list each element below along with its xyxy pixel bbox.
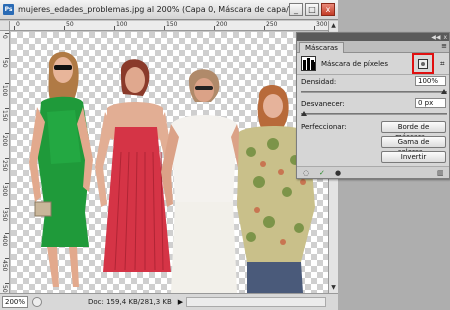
ruler-tick-label: 250: [1, 160, 8, 172]
ruler-tick-label: 100: [1, 85, 8, 97]
ruler-tick-label: 0: [16, 21, 20, 28]
ruler-tick: [64, 26, 65, 30]
ruler-tick-label: 300: [1, 185, 8, 197]
ruler-tick-label: 50: [66, 21, 74, 28]
pixel-mask-row: Máscara de píxeles ⌗: [297, 53, 449, 75]
ruler-tick: [5, 133, 9, 134]
selection-icon[interactable]: ◌: [303, 169, 309, 177]
ruler-tick: [14, 26, 15, 30]
masks-panel: ◀◀ x Máscaras ≡ Máscara de píxeles ⌗ Den…: [296, 32, 450, 179]
feather-slider[interactable]: [301, 111, 447, 116]
status-bar: 200% Doc: 159,4 KB/281,3 KB ▶: [0, 293, 338, 310]
pixel-mask-label: Máscara de píxeles: [321, 60, 389, 68]
panel-header[interactable]: ◀◀ x: [297, 33, 449, 41]
image-canvas[interactable]: [11, 32, 328, 293]
figure-woman-red: [95, 59, 173, 272]
ruler-tick-label: 450: [1, 260, 8, 272]
ruler-tick: [5, 108, 9, 109]
visibility-icon[interactable]: ●: [335, 169, 341, 177]
collapse-panel-icon[interactable]: ◀◀: [431, 34, 440, 41]
document-title: mujeres_edades_problemas.jpg al 200% (Ca…: [18, 5, 289, 14]
ruler-tick: [5, 158, 9, 159]
ruler-tick: [5, 183, 9, 184]
ruler-tick: [5, 33, 9, 34]
density-slider[interactable]: [301, 89, 447, 94]
mask-edge-button[interactable]: Borde de máscara...: [381, 121, 446, 141]
feather-slider-handle[interactable]: [301, 111, 307, 116]
highlight-box: [412, 53, 434, 74]
ruler-tick-label: 100: [116, 21, 128, 28]
ruler-tick-label: 400: [1, 235, 8, 247]
ruler-tick-label: 250: [266, 21, 278, 28]
ruler-tick: [5, 83, 9, 84]
title-bar[interactable]: Ps mujeres_edades_problemas.jpg al 200% …: [0, 0, 338, 20]
feather-label: Desvanecer:: [301, 100, 345, 108]
ruler-tick: [5, 283, 9, 284]
ruler-tick-label: 150: [1, 110, 8, 122]
minimize-button[interactable]: _: [289, 3, 303, 16]
ruler-tick-label: 500: [1, 285, 8, 293]
ruler-tick: [164, 26, 165, 30]
document-size-info: Doc: 159,4 KB/281,3 KB: [88, 298, 172, 306]
ruler-tick-label: 350: [1, 210, 8, 222]
status-options-icon[interactable]: [32, 297, 42, 307]
add-pixel-mask-button[interactable]: [418, 59, 428, 69]
ruler-tick: [314, 26, 315, 30]
apply-icon[interactable]: ✓: [319, 169, 325, 177]
status-menu-arrow-icon[interactable]: ▶: [178, 298, 183, 306]
mask-thumbnail: [301, 56, 316, 71]
density-slider-handle[interactable]: [441, 89, 447, 94]
ruler-tick-label: 200: [1, 135, 8, 147]
ruler-tick-label: 50: [1, 60, 8, 68]
vertical-ruler[interactable]: 0 50 100 150 200 250 300 350 400 450 500: [0, 31, 10, 293]
photo-layer: [29, 51, 315, 293]
ruler-tick: [214, 26, 215, 30]
color-range-button[interactable]: Gama de colores...: [381, 136, 446, 156]
add-vector-mask-icon[interactable]: ⌗: [440, 59, 445, 69]
scroll-up-icon[interactable]: ▲: [329, 21, 338, 31]
workspace-background: [338, 179, 450, 310]
workspace-background: [338, 0, 450, 32]
density-label: Densidad:: [301, 78, 337, 86]
trash-icon[interactable]: ▥: [437, 169, 444, 177]
ruler-origin[interactable]: [0, 21, 10, 31]
ruler-tick-label: 200: [216, 21, 228, 28]
ruler-tick-label: 0: [1, 35, 8, 39]
ruler-tick: [5, 233, 9, 234]
zoom-field[interactable]: 200%: [2, 296, 28, 308]
horizontal-ruler[interactable]: 0 50 100 150 200 250 300: [10, 21, 328, 31]
scroll-down-icon[interactable]: ▼: [329, 283, 338, 293]
invert-button[interactable]: Invertir: [381, 151, 446, 163]
figure-woman-white: [161, 69, 249, 293]
figure-woman-green: [29, 51, 93, 287]
maximize-button[interactable]: □: [305, 3, 319, 16]
ruler-tick: [264, 26, 265, 30]
feather-field[interactable]: 0 px: [415, 98, 446, 108]
tab-masks[interactable]: Máscaras: [299, 42, 344, 53]
ruler-tick: [5, 208, 9, 209]
horizontal-scrollbar[interactable]: [186, 297, 327, 307]
close-button[interactable]: x: [321, 3, 335, 16]
photoshop-icon: Ps: [3, 4, 14, 15]
refine-label: Perfeccionar:: [301, 123, 347, 131]
panel-footer: ◌ ✓ ● ▥: [297, 166, 449, 178]
ruler-tick: [5, 258, 9, 259]
close-panel-icon[interactable]: x: [443, 34, 447, 41]
ruler-tick: [114, 26, 115, 30]
ruler-tick: [5, 58, 9, 59]
ruler-tick-label: 300: [316, 21, 328, 28]
document-window: Ps mujeres_edades_problemas.jpg al 200% …: [0, 0, 338, 310]
panel-menu-icon[interactable]: ≡: [441, 42, 447, 50]
density-field[interactable]: 100%: [415, 76, 446, 86]
ruler-tick-label: 150: [166, 21, 178, 28]
